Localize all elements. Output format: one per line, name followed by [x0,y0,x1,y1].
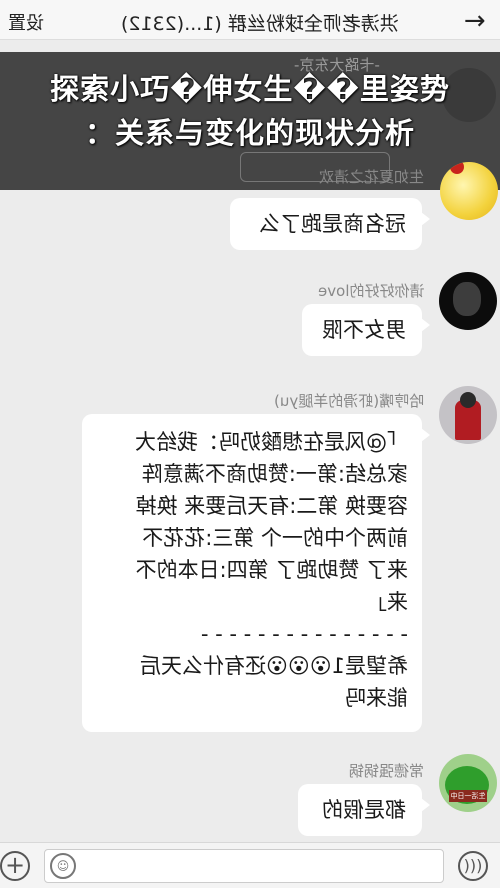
sender-name: 请你好好的love [317,282,424,300]
message-line: 容要换 第二:有天后要来 换掉 [135,494,408,518]
message-text: 都是假的 [322,798,406,822]
message-bubble[interactable]: 都是假的 [298,784,430,836]
message-line: 家总结:第一:赞助商不满意阵 [141,462,408,486]
avatar[interactable] [439,386,497,444]
message-line: 能来吗 [345,686,408,710]
message-line: 希望是1😮😮😮还有什么天后 [139,654,408,678]
message-input[interactable] [44,849,444,883]
overlay-banner: -卡路大东京- 探索小巧�伸女生��里姿势 ：关系与变化的现状分析 [0,52,500,190]
avatar[interactable] [440,162,498,220]
banner-line-1: 探索小巧�伸女生��里姿势 [50,72,450,106]
message-divider: - - - - - - - - - - - - - - - [200,622,408,646]
message-line: 来了 赞助跑了 第四:日本的不 [135,558,408,582]
emoji-icon[interactable]: ☺ [50,853,76,879]
top-bar: 设置 洪涛老师全球粉丝群 (1...(2312) ← [0,0,500,40]
message-line: 前两个中的一个 第三:花花不 [142,526,408,550]
plus-icon[interactable]: + [0,851,30,881]
message-bubble[interactable]: 冠名商是跑了么 [230,198,430,250]
sender-name: 哈哼嘴(虾滑的羊腿yu) [273,392,424,410]
settings-button[interactable]: 设置 [8,9,44,35]
chat-title: 洪涛老师全球粉丝群 (1...(2312) [121,13,399,35]
voice-icon[interactable]: ))) [458,851,488,881]
message-text: 冠名商是跑了么 [259,212,406,236]
input-bar: + ☺ ))) [0,842,500,888]
banner-line-2: ：关系与变化的现状分析 [84,116,415,150]
message-bubble[interactable]: 「@风是在想酸奶吗：我给大 家总结:第一:赞助商不满意阵 容要换 第二:有天后要… [82,414,430,732]
message-bubble[interactable]: 男女不限 [302,304,430,356]
sender-name: 常德强锅锅 [348,762,424,780]
avatar[interactable]: 生活一日中 [439,754,497,812]
chat-area: 生如夏花之清欢 冠名商是跑了么 请你好好的love 男女不限 哈哼嘴(虾滑的羊腿… [0,162,500,840]
message-line: 来」 [366,590,408,614]
avatar[interactable] [439,272,497,330]
message-line: 「@风是在想酸奶吗：我给大 [135,430,408,454]
message-text: 男女不限 [322,318,406,342]
sender-name: 生如夏花之清欢 [318,168,424,186]
arrow-left-icon[interactable]: ← [464,6,486,36]
